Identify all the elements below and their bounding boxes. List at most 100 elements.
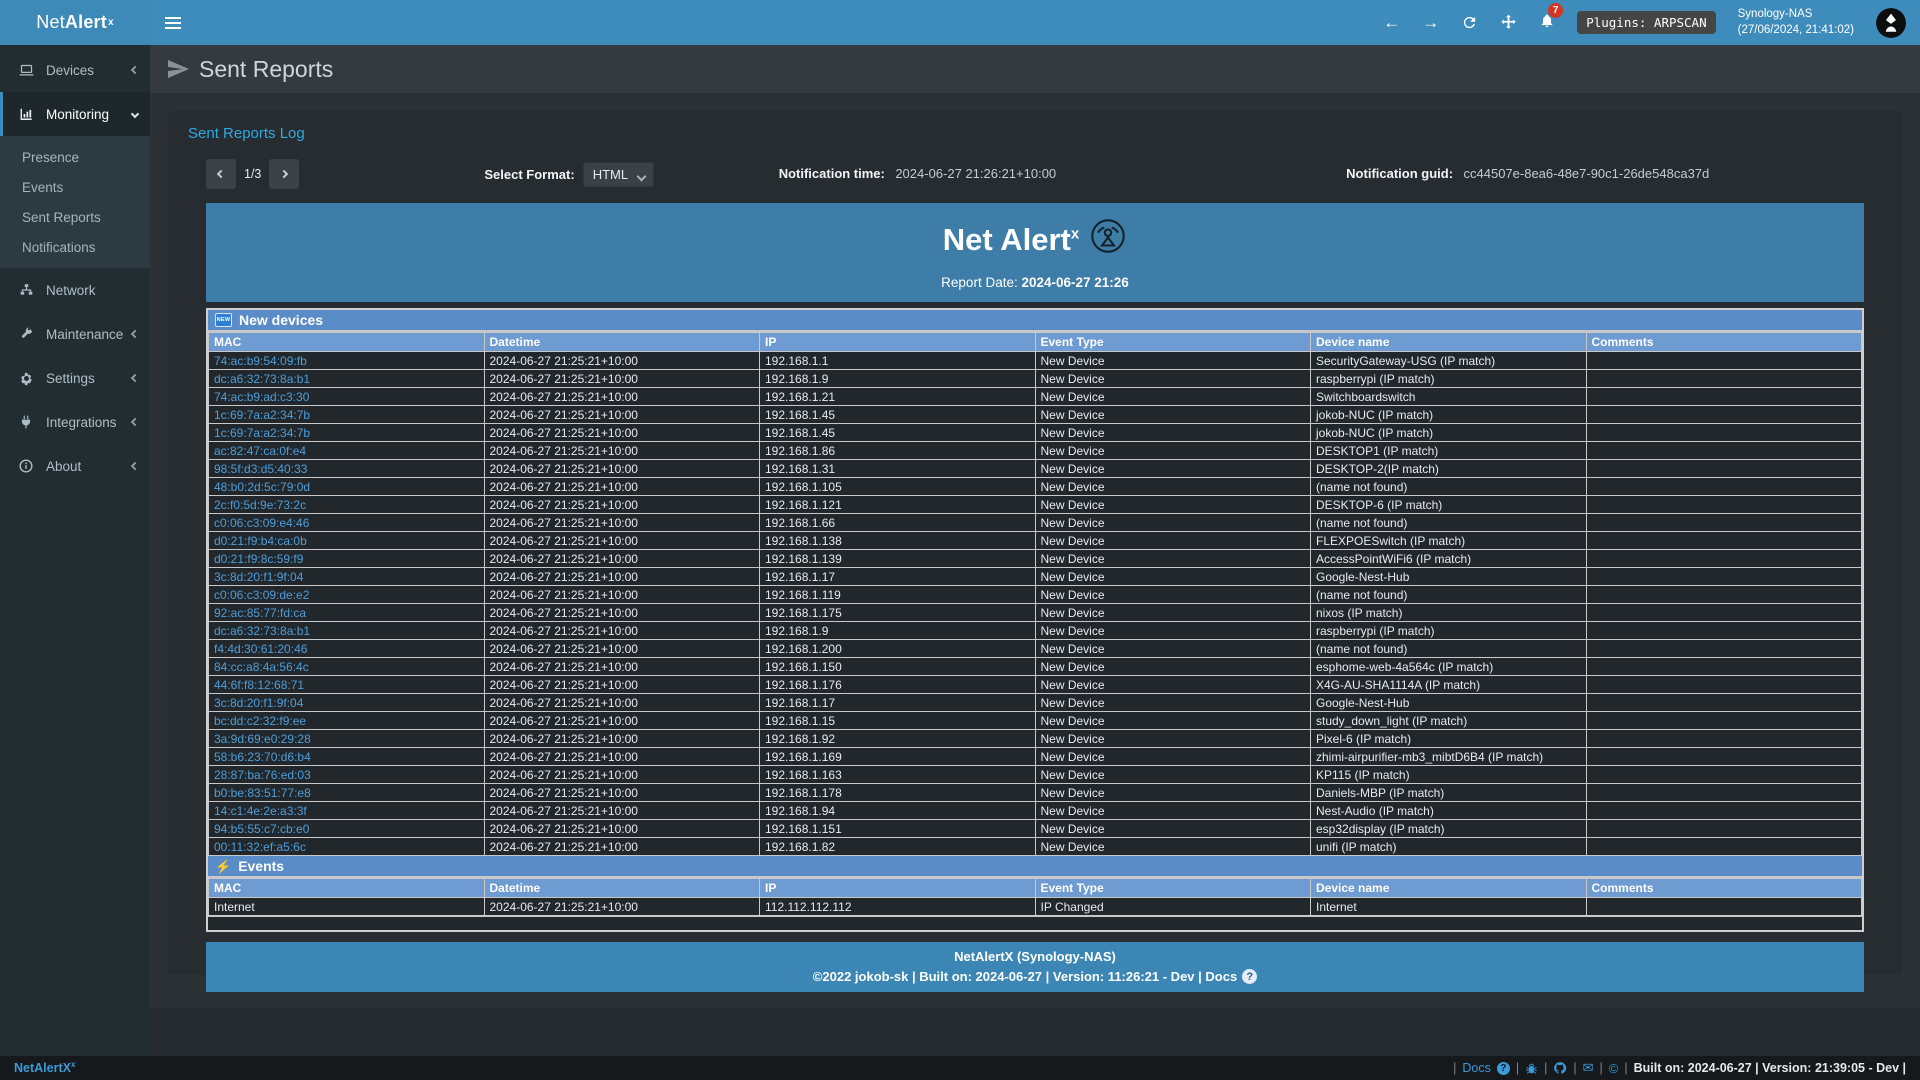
report-controls: 1/3 Select Format: HTML Notification tim… — [168, 143, 1902, 193]
table-cell — [1586, 694, 1862, 712]
mac-link[interactable]: b0:be:83:51:77:e8 — [214, 786, 311, 800]
table-cell: 192.168.1.119 — [760, 586, 1036, 604]
mac-link[interactable]: 94:b5:55:c7:cb:e0 — [214, 822, 309, 836]
table-cell: nixos (IP match) — [1311, 604, 1587, 622]
mac-link[interactable]: dc:a6:32:73:8a:b1 — [214, 372, 310, 386]
table-cell: 192.168.1.9 — [760, 370, 1036, 388]
next-page-button[interactable] — [269, 159, 299, 189]
sidebar-subitem-notifications[interactable]: Notifications — [0, 232, 150, 262]
table-cell: New Device — [1035, 370, 1311, 388]
table-cell — [1586, 676, 1862, 694]
table-cell: 192.168.1.151 — [760, 820, 1036, 838]
table-cell: (name not found) — [1311, 586, 1587, 604]
format-select-wrap: HTML — [583, 162, 654, 187]
user-avatar[interactable] — [1876, 8, 1906, 38]
mac-link[interactable]: 92:ac:85:77:fd:ca — [214, 606, 306, 620]
table-cell: New Device — [1035, 568, 1311, 586]
mac-link[interactable]: 1c:69:7a:a2:34:7b — [214, 426, 310, 440]
table-cell — [1586, 802, 1862, 820]
mac-link[interactable]: c0:06:c3:09:de:e2 — [214, 588, 309, 602]
host-time: (27/06/2024, 21:41:02) — [1738, 24, 1854, 36]
table-cell: New Device — [1035, 442, 1311, 460]
brand-logo[interactable]: NetAlertx — [0, 0, 150, 45]
email-icon[interactable]: ✉ — [1583, 1060, 1594, 1076]
table-cell: New Device — [1035, 730, 1311, 748]
mac-link[interactable]: f4:4d:30:61:20:46 — [214, 642, 307, 656]
table-cell: 2024-06-27 21:25:21+10:00 — [484, 568, 760, 586]
sidebar-item-devices[interactable]: Devices — [0, 48, 150, 92]
mac-link[interactable]: 98:5f:d3:d5:40:33 — [214, 462, 307, 476]
bug-report-icon[interactable] — [1525, 1062, 1538, 1075]
sidebar-subitem-sent-reports[interactable]: Sent Reports — [0, 202, 150, 232]
mac-link[interactable]: 3a:9d:69:e0:29:28 — [214, 732, 311, 746]
prev-page-button[interactable] — [206, 159, 236, 189]
sent-reports-log-link[interactable]: Sent Reports Log — [188, 125, 305, 142]
notification-guid: Notification guid: cc44507e-8ea6-48e7-90… — [1346, 165, 1709, 183]
mac-link[interactable]: 74:ac:b9:54:09:fb — [214, 354, 307, 368]
help-question-icon[interactable]: ? — [1242, 969, 1257, 984]
docs-help-icon[interactable]: ? — [1497, 1062, 1510, 1075]
table-cell: 192.168.1.45 — [760, 406, 1036, 424]
table-cell: 2024-06-27 21:25:21+10:00 — [484, 622, 760, 640]
mac-link[interactable]: 84:cc:a8:4a:56:4c — [214, 660, 309, 674]
table-cell: 192.168.1.21 — [760, 388, 1036, 406]
mac-link[interactable]: d0:21:f9:b4:ca:0b — [214, 534, 307, 548]
mac-link[interactable]: 58:b6:23:70:d6:b4 — [214, 750, 311, 764]
mac-link[interactable]: 14:c1:4e:2e:a3:3f — [214, 804, 307, 818]
notifications-bell-icon[interactable]: 7 — [1539, 12, 1555, 34]
table-cell: b0:be:83:51:77:e8 — [209, 784, 485, 802]
refresh-icon[interactable] — [1461, 14, 1478, 31]
move-arrows-icon[interactable] — [1500, 14, 1517, 31]
mac-link[interactable]: 44:6f:f8:12:68:71 — [214, 678, 304, 692]
page-footer: NetAlertXx | Docs ? | | | ✉ | © | Built … — [0, 1056, 1920, 1080]
report-date: Report Date: 2024-06-27 21:26 — [206, 275, 1864, 290]
table-cell — [1586, 568, 1862, 586]
column-header: Device name — [1311, 333, 1587, 352]
mac-link[interactable]: 1c:69:7a:a2:34:7b — [214, 408, 310, 422]
sidebar-item-network[interactable]: Network — [0, 268, 150, 312]
mac-link[interactable]: 3c:8d:20:f1:9f:04 — [214, 570, 303, 584]
mac-link[interactable]: 28:87:ba:76:ed:03 — [214, 768, 311, 782]
mac-link[interactable]: 3c:8d:20:f1:9f:04 — [214, 696, 303, 710]
sidebar-item-settings[interactable]: Settings — [0, 356, 150, 400]
sidebar-item-about[interactable]: About — [0, 444, 150, 488]
copyright-icon[interactable]: © — [1609, 1061, 1619, 1076]
mac-link[interactable]: c0:06:c3:09:e4:46 — [214, 516, 309, 530]
table-cell: X4G-AU-SHA1114A (IP match) — [1311, 676, 1587, 694]
mac-link[interactable]: 74:ac:b9:ad:c3:30 — [214, 390, 309, 404]
report-footer: NetAlertX (Synology-NAS) ©2022 jokob-sk … — [206, 942, 1864, 992]
mac-link[interactable]: 48:b0:2d:5c:79:0d — [214, 480, 310, 494]
mac-link[interactable]: bc:dd:c2:32:f9:ee — [214, 714, 306, 728]
table-cell: Pixel-6 (IP match) — [1311, 730, 1587, 748]
sidebar-item-integrations[interactable]: Integrations — [0, 400, 150, 444]
footer-brand[interactable]: NetAlertXx — [14, 1060, 75, 1075]
mac-link[interactable]: d0:21:f9:8c:59:f9 — [214, 552, 303, 566]
table-cell: New Device — [1035, 478, 1311, 496]
nav-back-icon[interactable]: ← — [1383, 14, 1400, 31]
nav-forward-icon[interactable]: → — [1422, 14, 1439, 31]
sidebar-item-monitoring[interactable]: Monitoring — [0, 92, 150, 136]
sidebar-item-label: About — [46, 459, 132, 474]
sidebar-subitem-presence[interactable]: Presence — [0, 142, 150, 172]
mac-link[interactable]: 00:11:32:ef:a5:6c — [214, 840, 306, 854]
sidebar-item-maintenance[interactable]: Maintenance — [0, 312, 150, 356]
table-cell: New Device — [1035, 550, 1311, 568]
format-select[interactable]: HTML — [583, 162, 654, 187]
sidebar-toggle-button[interactable] — [150, 0, 196, 45]
github-icon[interactable] — [1553, 1061, 1567, 1075]
table-row: d0:21:f9:b4:ca:0b2024-06-27 21:25:21+10:… — [209, 532, 1862, 550]
table-cell: 3c:8d:20:f1:9f:04 — [209, 694, 485, 712]
table-cell — [1586, 388, 1862, 406]
mac-link[interactable]: ac:82:47:ca:0f:e4 — [214, 444, 306, 458]
table-cell: 48:b0:2d:5c:79:0d — [209, 478, 485, 496]
docs-link[interactable]: Docs — [1462, 1061, 1490, 1075]
mac-link[interactable]: 2c:f0:5d:9e:73:2c — [214, 498, 306, 512]
table-cell — [1586, 604, 1862, 622]
table-cell — [1586, 640, 1862, 658]
mac-link[interactable]: dc:a6:32:73:8a:b1 — [214, 624, 310, 638]
column-header: IP — [760, 333, 1036, 352]
table-cell — [1586, 748, 1862, 766]
plugins-status-chip[interactable]: Plugins: ARPSCAN — [1577, 11, 1715, 34]
report-table-events: MACDatetimeIPEvent TypeDevice nameCommen… — [208, 878, 1862, 916]
sidebar-subitem-events[interactable]: Events — [0, 172, 150, 202]
